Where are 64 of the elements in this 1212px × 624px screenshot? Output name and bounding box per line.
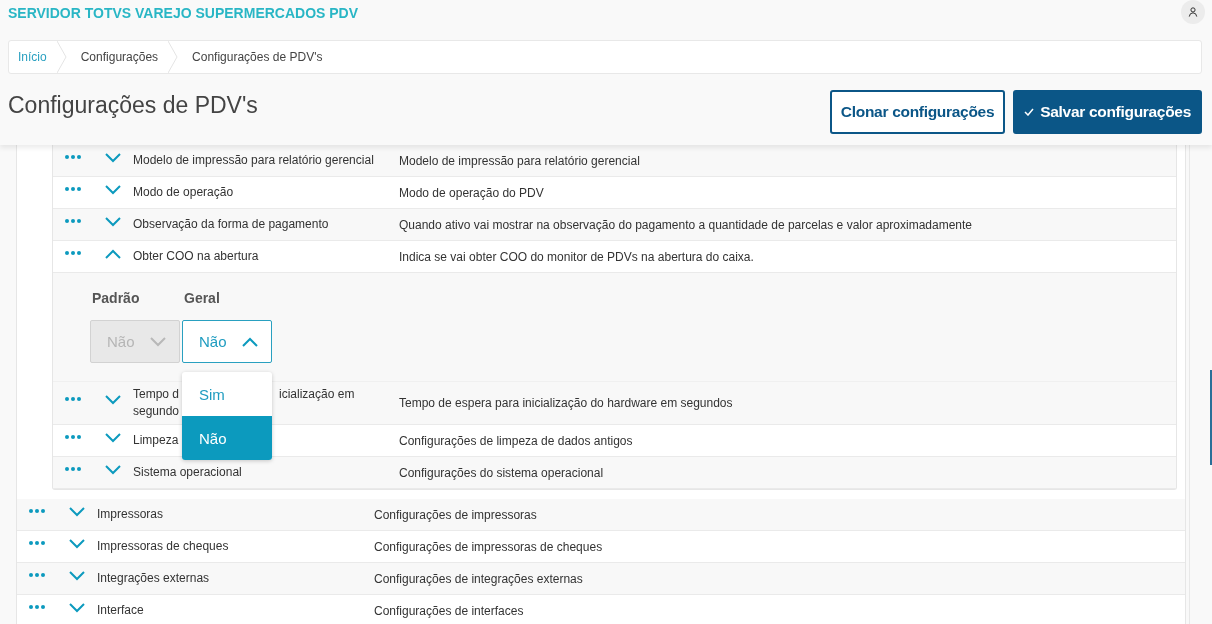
- setting-description: Quando ativo vai mostrar na observação do pagamento a quantidade de parcelas e valor aproximadamente: [399, 217, 974, 232]
- clone-button[interactable]: Clonar configurações: [829, 90, 1006, 134]
- chevron-up-icon[interactable]: [105, 248, 121, 259]
- chevron-down-icon[interactable]: [105, 395, 121, 405]
- more-options-icon[interactable]: [29, 540, 45, 545]
- setting-name: Limpeza: [133, 433, 179, 447]
- more-options-icon[interactable]: [29, 604, 45, 609]
- more-options-icon[interactable]: [65, 397, 81, 401]
- chevron-down-icon[interactable]: [105, 184, 121, 195]
- setting-description: Modelo de impressão para relatório gerencial: [399, 153, 641, 168]
- setting-name: Observação da forma de pagamento: [133, 217, 329, 231]
- more-options-icon[interactable]: [65, 250, 81, 255]
- setting-description: Configurações de limpeza de dados antigos: [399, 433, 634, 448]
- more-options-icon[interactable]: [29, 508, 45, 513]
- setting-description: Configurações de impressoras: [374, 507, 538, 522]
- setting-name: Tempo d: [133, 387, 180, 401]
- setting-name: icialização em: [279, 387, 355, 401]
- scrollbar-thumb[interactable]: [1210, 370, 1212, 465]
- field-label: Geral: [183, 290, 221, 306]
- field-label: Padrão: [91, 290, 141, 306]
- page-title: Configurações de PDV's: [8, 92, 258, 119]
- select-field[interactable]: Não: [182, 320, 272, 363]
- setting-description: Modo de operação do PDV: [399, 185, 545, 200]
- app-title: SERVIDOR TOTVS VAREJO SUPERMERCADOS PDV: [8, 5, 359, 21]
- chevron-down-icon[interactable]: [69, 506, 85, 517]
- setting-description: Configurações de interfaces: [374, 603, 525, 618]
- breadcrumb-item: Configurações de PDV's: [191, 50, 324, 64]
- check-icon: [1024, 108, 1035, 116]
- setting-name: Modo de operação: [133, 185, 234, 199]
- chevron-down-icon: [150, 336, 166, 347]
- breadcrumb-link[interactable]: Início: [9, 50, 57, 64]
- more-options-icon[interactable]: [29, 572, 45, 577]
- setting-name: Impressoras de cheques: [97, 539, 229, 553]
- chevron-down-icon[interactable]: [105, 432, 121, 443]
- more-options-icon[interactable]: [65, 154, 81, 159]
- setting-description: Indica se vai obter COO do monitor de PDVs na abertura do caixa.: [399, 249, 755, 264]
- setting-name: Integrações externas: [97, 571, 210, 585]
- more-options-icon[interactable]: [65, 218, 81, 223]
- setting-description: Configurações de impressoras de cheques: [374, 539, 604, 554]
- chevron-down-icon[interactable]: [105, 216, 121, 227]
- setting-name: segundo: [133, 404, 180, 418]
- chevron-down-icon[interactable]: [69, 538, 85, 549]
- setting-name: Obter COO na abertura: [133, 249, 259, 263]
- user-button[interactable]: [1181, 0, 1205, 24]
- chevron-up-icon: [242, 336, 258, 347]
- save-button[interactable]: Salvar configurações: [1013, 90, 1202, 134]
- setting-name: Sistema operacional: [133, 465, 242, 479]
- dropdown-option[interactable]: Não: [182, 416, 272, 460]
- setting-name: Interface: [97, 603, 144, 617]
- breadcrumb-item: Configurações: [79, 50, 160, 64]
- more-options-icon[interactable]: [65, 434, 81, 439]
- setting-description: Configurações do sistema operacional: [399, 465, 605, 480]
- setting-name: Impressoras: [97, 507, 164, 521]
- chevron-down-icon[interactable]: [105, 152, 121, 163]
- chevron-down-icon[interactable]: [69, 602, 85, 613]
- setting-description: Tempo de espera para inicialização do hardware em segundos: [399, 396, 734, 410]
- more-options-icon[interactable]: [65, 466, 81, 471]
- setting-name: Modelo de impressão para relatório gerencial: [133, 153, 374, 167]
- chevron-down-icon[interactable]: [105, 464, 121, 475]
- setting-description: Configurações de integrações externas: [374, 571, 584, 586]
- dropdown-option[interactable]: Sim: [182, 372, 272, 416]
- more-options-icon[interactable]: [65, 186, 81, 191]
- user-icon: [1188, 7, 1198, 17]
- chevron-down-icon[interactable]: [69, 570, 85, 581]
